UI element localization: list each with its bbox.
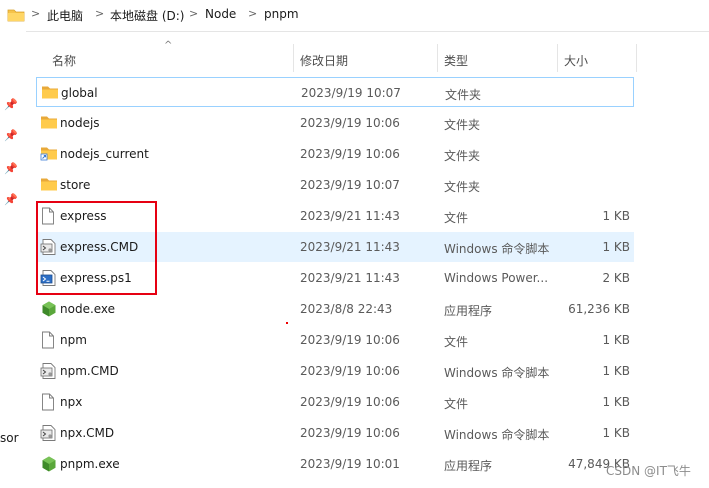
file-type: 文件 — [444, 397, 469, 411]
column-divider[interactable] — [293, 44, 294, 72]
column-divider[interactable] — [557, 44, 558, 72]
file-type: 应用程序 — [444, 459, 493, 473]
file-icon — [40, 393, 58, 411]
file-name: nodejs — [60, 116, 100, 130]
file-modified-date: 2023/9/21 11:43 — [300, 271, 400, 285]
annotation-dot — [286, 322, 288, 324]
file-size: 1 KB — [602, 364, 630, 378]
pin-icon[interactable]: 📌 — [4, 98, 18, 111]
navigation-pane: 📌 📌 📌 📌 sor — [0, 31, 26, 488]
file-name: global — [61, 86, 98, 100]
breadcrumb-this-pc[interactable]: 此电脑 — [47, 7, 83, 24]
file-modified-date: 2023/9/19 10:06 — [300, 426, 400, 440]
file-row[interactable]: npx.CMD 2023/9/19 10:06 Windows 命令脚本 1 KB — [36, 418, 634, 448]
column-divider[interactable] — [636, 44, 637, 72]
cmd-script-icon — [40, 362, 58, 380]
breadcrumb-drive-d[interactable]: 本地磁盘 (D:) — [110, 7, 184, 24]
node-exe-icon — [40, 455, 58, 473]
folder-shortcut-icon — [40, 145, 58, 163]
file-modified-date: 2023/9/21 11:43 — [300, 240, 400, 254]
file-name: node.exe — [60, 302, 116, 316]
file-modified-date: 2023/9/19 10:06 — [300, 395, 400, 409]
file-type: 文件夹 — [444, 118, 481, 132]
file-type: Windows 命令脚本 — [444, 366, 550, 380]
file-row[interactable]: nodejs_current 2023/9/19 10:06 文件夹 — [36, 139, 634, 169]
watermark: CSDN @IT飞牛 — [606, 464, 691, 478]
file-name: npm.CMD — [60, 364, 119, 378]
file-modified-date: 2023/9/19 10:07 — [301, 86, 401, 100]
file-row[interactable]: store 2023/9/19 10:07 文件夹 — [36, 170, 634, 200]
pin-icon[interactable]: 📌 — [4, 129, 18, 142]
file-size: 1 KB — [602, 209, 630, 223]
file-modified-date: 2023/9/19 10:06 — [300, 147, 400, 161]
file-row[interactable]: nodejs 2023/9/19 10:06 文件夹 — [36, 108, 634, 138]
pin-icon[interactable]: 📌 — [4, 193, 18, 206]
file-name: npm — [60, 333, 87, 347]
file-modified-date: 2023/8/8 22:43 — [300, 302, 393, 316]
file-name: store — [60, 178, 91, 192]
file-name: pnpm.exe — [60, 457, 120, 471]
nav-item-label[interactable]: sor — [0, 431, 19, 445]
annotation-highlight-box — [36, 201, 157, 295]
file-row[interactable]: global 2023/9/19 10:07 文件夹 — [36, 77, 634, 107]
pin-icon[interactable]: 📌 — [4, 162, 18, 175]
chevron-right-icon[interactable]: > — [189, 7, 198, 20]
file-type: 文件夹 — [444, 180, 481, 194]
file-type: 应用程序 — [444, 304, 493, 318]
file-row[interactable]: npm 2023/9/19 10:06 文件 1 KB — [36, 325, 634, 355]
file-type: 文件夹 — [445, 88, 482, 102]
folder-icon — [40, 176, 58, 194]
file-size: 1 KB — [602, 240, 630, 254]
file-type: 文件夹 — [444, 149, 481, 163]
cmd-script-icon — [40, 424, 58, 442]
file-size: 1 KB — [602, 426, 630, 440]
file-name: nodejs_current — [60, 147, 149, 161]
file-size: 2 KB — [602, 271, 630, 285]
file-row[interactable]: pnpm.exe 2023/9/19 10:01 应用程序 47,849 KB — [36, 449, 634, 479]
file-row[interactable]: npm.CMD 2023/9/19 10:06 Windows 命令脚本 1 KB — [36, 356, 634, 386]
folder-icon — [40, 114, 58, 132]
file-icon — [40, 331, 58, 349]
chevron-right-icon[interactable]: > — [31, 7, 40, 20]
file-modified-date: 2023/9/21 11:43 — [300, 209, 400, 223]
folder-icon — [41, 84, 59, 102]
column-divider[interactable] — [437, 44, 438, 72]
file-row[interactable]: node.exe 2023/8/8 22:43 应用程序 61,236 KB — [36, 294, 634, 324]
file-modified-date: 2023/9/19 10:06 — [300, 116, 400, 130]
file-size: 1 KB — [602, 395, 630, 409]
file-modified-date: 2023/9/19 10:06 — [300, 333, 400, 347]
file-type: Windows 命令脚本 — [444, 428, 550, 442]
sort-ascending-icon: ^ — [164, 40, 173, 51]
file-modified-date: 2023/9/19 10:06 — [300, 364, 400, 378]
file-type: 文件 — [444, 335, 469, 349]
chevron-right-icon[interactable]: > — [248, 7, 257, 20]
file-row[interactable]: npx 2023/9/19 10:06 文件 1 KB — [36, 387, 634, 417]
file-modified-date: 2023/9/19 10:01 — [300, 457, 400, 471]
folder-icon — [7, 7, 25, 26]
file-type: 文件 — [444, 211, 469, 225]
breadcrumb-node[interactable]: Node — [205, 7, 236, 21]
address-bar[interactable]: > 此电脑 > 本地磁盘 (D:) > Node > pnpm — [0, 0, 709, 32]
breadcrumb-pnpm[interactable]: pnpm — [264, 7, 299, 21]
file-size: 61,236 KB — [568, 302, 630, 316]
chevron-right-icon[interactable]: > — [95, 7, 104, 20]
file-size: 1 KB — [602, 333, 630, 347]
file-name: npx — [60, 395, 83, 409]
file-modified-date: 2023/9/19 10:07 — [300, 178, 400, 192]
file-name: npx.CMD — [60, 426, 115, 440]
file-type: Windows Power... — [444, 271, 549, 285]
node-exe-icon — [40, 300, 58, 318]
file-type: Windows 命令脚本 — [444, 242, 550, 256]
